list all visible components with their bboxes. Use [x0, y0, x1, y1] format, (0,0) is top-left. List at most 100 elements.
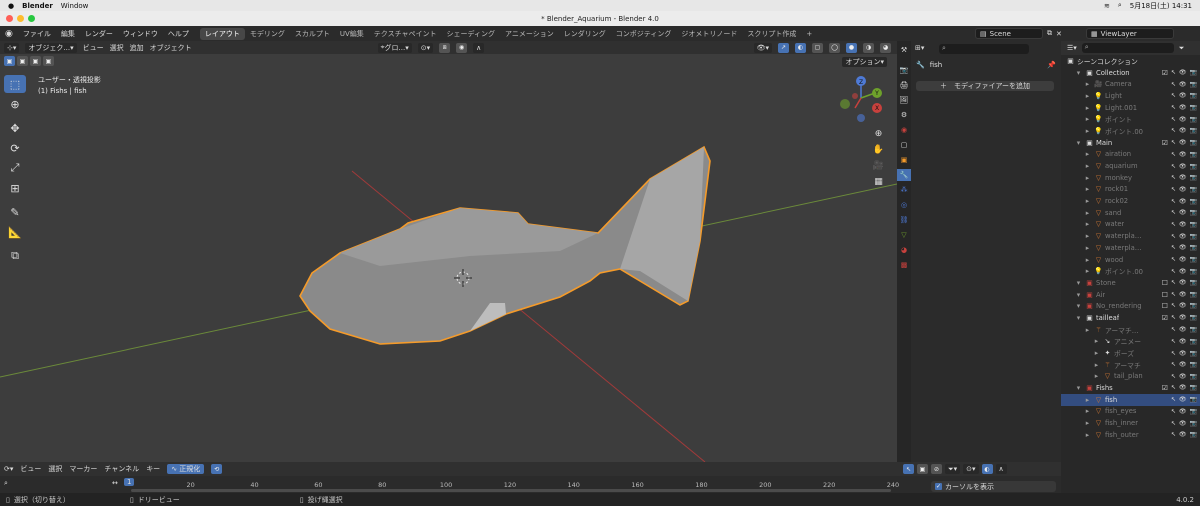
outliner-row[interactable]: ▸ 💡 Light.001 ↖ 👁 📷 — [1061, 102, 1200, 114]
menu-file[interactable]: ファイル — [18, 29, 56, 39]
camera-icon[interactable]: 📷 — [1190, 104, 1197, 111]
material-tab-icon[interactable]: ◕ — [897, 244, 911, 256]
tree-branch-icon[interactable]: ▸ — [1083, 431, 1092, 439]
camera-icon[interactable]: 📷 — [1190, 139, 1197, 147]
snap-icon[interactable]: ⧈ — [439, 42, 451, 53]
select-arrow-icon[interactable]: ↖ — [1171, 338, 1176, 345]
tree-branch-icon[interactable]: ▸ — [1083, 150, 1092, 158]
tree-branch-icon[interactable]: ▸ — [1083, 326, 1092, 334]
tab-rendering[interactable]: レンダリング — [559, 28, 611, 40]
search-icon[interactable]: ⌕ — [1118, 1, 1122, 10]
camera-icon[interactable]: 📷 — [1190, 338, 1197, 345]
outliner-row[interactable]: ▸ ↘ アニメー ↖ 👁 📷 — [1061, 336, 1200, 348]
tree-branch-icon[interactable]: ▸ — [1083, 197, 1092, 205]
mac-clock[interactable]: 5月18日(土) 14:31 — [1130, 1, 1192, 11]
scale-tool-icon[interactable]: ⤢ — [4, 159, 26, 177]
outliner-row[interactable]: ▸ 💡 Light ↖ 👁 📷 — [1061, 90, 1200, 102]
eye-icon[interactable]: 👁 — [1179, 104, 1187, 111]
constraints-tab-icon[interactable]: ⛓ — [897, 214, 911, 226]
eye-icon[interactable]: 👁 — [1179, 279, 1187, 287]
camera-icon[interactable]: 📷 — [1190, 209, 1197, 216]
menu-select[interactable]: 選択 — [110, 43, 124, 53]
world-tab-icon[interactable]: ◉ — [897, 124, 911, 136]
render-tab-icon[interactable]: 📷 — [897, 64, 911, 76]
apple-icon[interactable]: ● — [8, 2, 14, 10]
tree-branch-icon[interactable]: ▸ — [1092, 337, 1101, 345]
outliner-row[interactable]: ▸ 💡 ポイント ↖ 👁 📷 — [1061, 113, 1200, 125]
overlay-toggle-icon[interactable]: ◐ — [795, 42, 806, 53]
eye-icon[interactable]: 👁 — [1179, 396, 1187, 403]
camera-icon[interactable]: 📷 — [1190, 302, 1197, 310]
range-icon[interactable]: ↔ — [112, 479, 118, 487]
select-arrow-icon[interactable]: ↖ — [1171, 127, 1176, 134]
pan-hand-icon[interactable]: ✋ — [872, 143, 885, 156]
properties-editor-icon[interactable]: ⊞▾ — [915, 44, 924, 52]
3d-viewport[interactable]: Z Y X ⊹▾ オブジェク... ▾ ビュー 選択 追加 オブジェクト ⌖ グロ… — [0, 41, 897, 462]
tab-layout[interactable]: レイアウト — [199, 27, 245, 40]
select-arrow-icon[interactable]: ↖ — [1171, 268, 1176, 275]
tl-overlay-icon[interactable]: ◐ — [981, 464, 993, 474]
tl-menu-key[interactable]: キー — [146, 464, 160, 474]
tree-branch-icon[interactable]: ▸ — [1083, 419, 1092, 427]
camera-icon[interactable]: 📷 — [1190, 314, 1197, 322]
tl-filter-icon[interactable]: ⏷▾ — [945, 464, 961, 474]
tl-image-icon[interactable]: ▣ — [917, 464, 928, 474]
mode-selector[interactable]: オブジェク... ▾ — [25, 42, 77, 53]
eye-icon[interactable]: 👁 — [1179, 69, 1187, 77]
tree-branch-icon[interactable]: ▸ — [1083, 267, 1092, 275]
scene-tab-icon[interactable]: ⚙ — [897, 109, 911, 121]
tree-branch-icon[interactable]: ▸ — [1092, 372, 1101, 380]
tl-menu-select[interactable]: 選択 — [48, 464, 62, 474]
ortho-grid-icon[interactable]: ▦ — [872, 175, 885, 188]
menu-view[interactable]: ビュー — [83, 43, 104, 53]
texture-tab-icon[interactable]: ▩ — [897, 259, 911, 271]
eye-icon[interactable]: 👁 — [1179, 92, 1187, 99]
transform-tool-icon[interactable]: ⊞ — [4, 179, 26, 197]
measure-tool-icon[interactable]: 📐 — [4, 223, 26, 241]
tab-animation[interactable]: アニメーション — [500, 28, 559, 40]
eye-icon[interactable]: 👁 — [1179, 314, 1187, 322]
tree-branch-icon[interactable]: ▸ — [1092, 361, 1101, 369]
eye-icon[interactable]: 👁 — [1179, 198, 1187, 205]
frame-ruler[interactable]: 20 40 60 80 100 120 140 160 180 200 220 240 — [0, 479, 1061, 489]
expand-arrow-icon[interactable]: ▾ — [1074, 384, 1083, 392]
eye-icon[interactable]: 👁 — [1179, 139, 1187, 147]
tree-branch-icon[interactable]: ▸ — [1083, 92, 1092, 100]
outliner-editor-icon[interactable]: ☰▾ — [1067, 44, 1077, 52]
outliner-row[interactable]: ▸ ▽ monkey ↖ 👁 📷 — [1061, 172, 1200, 184]
select-arrow-icon[interactable]: ↖ — [1171, 221, 1176, 228]
blender-logo-icon[interactable]: ◉ — [0, 29, 18, 39]
outliner-row[interactable]: ▸ ▽ rock02 ↖ 👁 📷 — [1061, 195, 1200, 207]
eye-icon[interactable]: 👁 — [1179, 268, 1187, 275]
select-arrow-icon[interactable]: ↖ — [1171, 116, 1176, 123]
camera-icon[interactable]: 📷 — [1190, 384, 1197, 392]
eye-icon[interactable]: 👁 — [1179, 361, 1187, 368]
eye-icon[interactable]: 👁 — [1179, 302, 1187, 310]
eye-icon[interactable]: 👁 — [1179, 163, 1187, 170]
tree-branch-icon[interactable]: ▸ — [1083, 115, 1092, 123]
eye-icon[interactable]: 👁 — [1179, 116, 1187, 123]
tab-scripting[interactable]: スクリプト作成 — [742, 28, 801, 40]
select-arrow-icon[interactable]: ↖ — [1171, 384, 1176, 392]
zoom-icon[interactable]: ⊕ — [872, 127, 885, 140]
eye-icon[interactable]: 👁 — [1179, 244, 1187, 251]
select-arrow-icon[interactable]: ↖ — [1171, 314, 1176, 322]
expand-arrow-icon[interactable]: ▾ — [1074, 291, 1083, 299]
camera-icon[interactable]: 📷 — [1190, 326, 1197, 333]
cursor-tool-icon[interactable]: ⊕ — [4, 95, 26, 113]
scene-collection-row[interactable]: ▣ シーンコレクション — [1061, 55, 1200, 67]
tab-geometry-nodes[interactable]: ジオメトリノード — [676, 28, 742, 40]
outliner-row[interactable]: ▸ ▽ waterplant_ ↖ 👁 📷 — [1061, 230, 1200, 242]
add-workspace-button[interactable]: + — [801, 29, 817, 39]
camera-view-icon[interactable]: 🎥 — [872, 159, 885, 172]
tab-sculpt[interactable]: スカルプト — [290, 28, 335, 40]
outliner-row[interactable]: ▾ ▣ Stone ☐ ↖ 👁 📷 — [1061, 277, 1200, 289]
camera-icon[interactable]: 📷 — [1190, 244, 1197, 251]
outliner-row[interactable]: ▸ ▽ fish_inner ↖ 👁 📷 — [1061, 417, 1200, 429]
camera-icon[interactable]: 📷 — [1190, 268, 1197, 275]
expand-arrow-icon[interactable]: ▾ — [1074, 139, 1083, 147]
show-cursor-option[interactable]: ✓ カーソルを表示 — [931, 481, 1056, 492]
tab-modeling[interactable]: モデリング — [245, 28, 290, 40]
annotate-tool-icon[interactable]: ✎ — [4, 203, 26, 221]
outliner-row[interactable]: ▾ ▣ Air ☐ ↖ 👁 📷 — [1061, 289, 1200, 301]
